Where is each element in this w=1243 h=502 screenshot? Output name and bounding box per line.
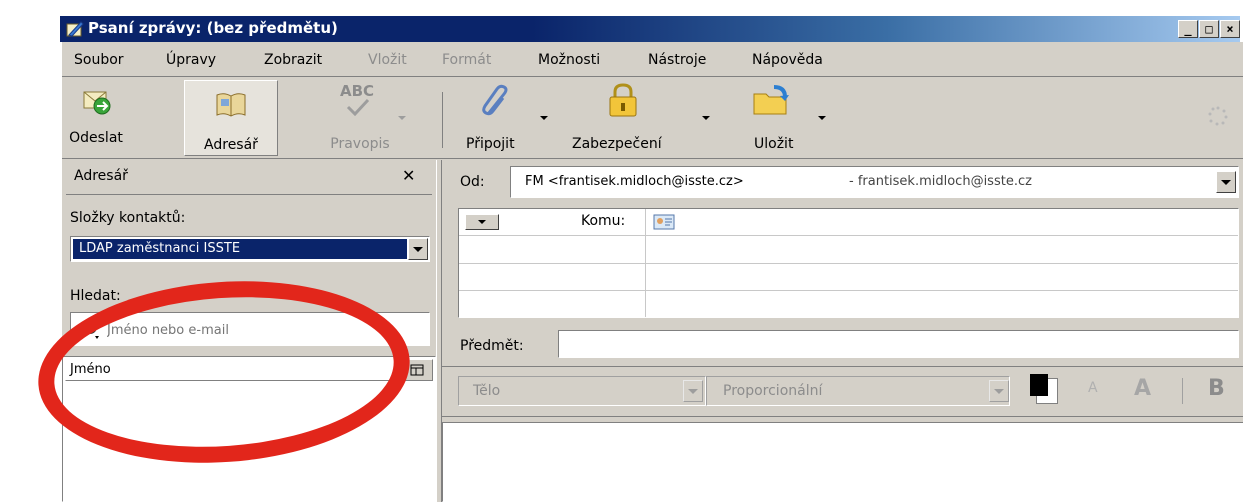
from-account: - frantisek.midloch@isste.cz — [849, 174, 1032, 189]
recipients-grid[interactable]: Komu: — [458, 208, 1239, 318]
smaller-font-button[interactable]: A — [1088, 380, 1098, 396]
menu-moznosti[interactable]: Možnosti — [538, 52, 600, 68]
attach-dropdown-icon[interactable] — [540, 116, 548, 120]
close-window-button[interactable]: × — [1220, 20, 1240, 38]
foreground-color-swatch[interactable] — [1030, 374, 1048, 396]
spelling-dropdown-icon[interactable] — [398, 116, 406, 120]
spelling-button[interactable]: ABC Pravopis — [310, 80, 410, 156]
contact-folder-dropdown-button[interactable] — [408, 238, 428, 260]
recipients-row-divider — [459, 290, 1238, 291]
paperclip-icon — [482, 84, 508, 116]
send-button[interactable]: Odeslat — [66, 80, 126, 156]
recipients-row-divider — [459, 263, 1238, 264]
security-button[interactable]: Zabezpečení — [568, 80, 716, 156]
chevron-down-icon — [478, 220, 486, 224]
sidebar-close-icon[interactable]: ✕ — [402, 166, 415, 185]
address-book-icon — [216, 93, 246, 117]
to-label: Komu: — [581, 213, 626, 229]
address-book-button[interactable]: Adresář — [184, 80, 278, 156]
column-picker-icon — [410, 364, 424, 376]
column-picker-button[interactable] — [401, 359, 433, 381]
compose-window-icon — [66, 21, 84, 37]
title-bar[interactable]: Psaní zprávy: (bez předmětu) _ □ × — [60, 16, 1240, 42]
format-bar-bottom-divider — [442, 416, 1243, 417]
menu-napoveda[interactable]: Nápověda — [752, 52, 823, 68]
chevron-down-icon — [1221, 180, 1231, 185]
search-input[interactable] — [105, 319, 419, 341]
contacts-list[interactable]: Jméno — [62, 356, 436, 502]
text-color-picker[interactable] — [1030, 374, 1068, 408]
from-value: FM <frantisek.midloch@isste.cz> — [525, 174, 744, 189]
column-header-name[interactable]: Jméno — [65, 359, 399, 381]
sidebar-header-divider — [66, 194, 432, 195]
contact-folder-select[interactable]: LDAP zaměstnanci ISSTE — [70, 236, 430, 262]
from-dropdown-button[interactable] — [1216, 171, 1236, 193]
send-icon — [83, 91, 111, 115]
font-family-value: Proporcionální — [723, 383, 823, 399]
activity-throbber-icon — [1208, 106, 1228, 126]
toolbar-divider — [62, 158, 1243, 159]
column-header-name-label: Jméno — [70, 362, 111, 377]
contact-card-icon[interactable] — [653, 213, 675, 231]
address-book-sidebar: Adresář ✕ Složky kontaktů: LDAP zaměstna… — [62, 160, 436, 502]
bold-button[interactable]: B — [1208, 376, 1225, 401]
menu-soubor[interactable]: Soubor — [74, 52, 124, 68]
search-icon — [78, 320, 99, 339]
search-label: Hledat: — [70, 288, 121, 304]
toolbar-separator — [442, 92, 443, 148]
chevron-down-icon — [994, 389, 1004, 394]
spell-check-icon — [346, 98, 370, 116]
security-dropdown-icon[interactable] — [702, 116, 710, 120]
save-dropdown-icon[interactable] — [818, 116, 826, 120]
font-family-dropdown[interactable] — [989, 380, 1009, 402]
subject-label: Předmět: — [460, 338, 524, 354]
from-label: Od: — [460, 174, 485, 190]
paragraph-style-dropdown[interactable] — [683, 380, 703, 402]
minimize-button[interactable]: _ — [1178, 20, 1198, 38]
save-label: Uložit — [754, 136, 794, 152]
menu-divider — [62, 76, 1243, 77]
save-folder-icon — [753, 85, 789, 115]
contact-folder-selected: LDAP zaměstnanci ISSTE — [73, 239, 407, 259]
menu-zobrazit[interactable]: Zobrazit — [264, 52, 322, 68]
subject-input[interactable] — [558, 330, 1239, 358]
message-body-editor[interactable] — [442, 422, 1243, 502]
attach-label: Připojit — [466, 136, 515, 152]
menu-vlozit[interactable]: Vložit — [368, 52, 407, 68]
paragraph-style-select[interactable]: Tělo — [458, 376, 706, 406]
menu-format[interactable]: Formát — [442, 52, 491, 68]
attach-button[interactable]: Připojit — [460, 80, 548, 156]
window-title: Psaní zprávy: (bez předmětu) — [88, 19, 338, 37]
contact-folders-label: Složky kontaktů: — [70, 210, 186, 226]
recipients-row-divider — [459, 235, 1238, 236]
search-box[interactable] — [70, 312, 430, 346]
recipient-type-dropdown[interactable] — [465, 214, 499, 230]
chevron-down-icon — [413, 247, 423, 252]
lock-icon — [609, 83, 637, 117]
menu-nastroje[interactable]: Nástroje — [648, 52, 706, 68]
security-label: Zabezpečení — [572, 136, 662, 152]
address-book-label: Adresář — [204, 137, 258, 153]
send-label: Odeslat — [69, 130, 123, 146]
chevron-down-icon — [688, 389, 698, 394]
larger-font-button[interactable]: A — [1134, 376, 1151, 401]
from-select[interactable]: FM <frantisek.midloch@isste.cz> - franti… — [510, 166, 1239, 198]
compose-window: Soubor Úpravy Zobrazit Vložit Formát Mož… — [60, 42, 1243, 502]
menu-upravy[interactable]: Úpravy — [166, 52, 216, 68]
save-button[interactable]: Uložit — [742, 80, 828, 156]
maximize-button[interactable]: □ — [1199, 20, 1219, 38]
compose-panel: Od: FM <frantisek.midloch@isste.cz> - fr… — [442, 160, 1243, 502]
font-family-select[interactable]: Proporcionální — [706, 376, 1010, 406]
format-bar-top-divider — [442, 366, 1243, 367]
spelling-label: Pravopis — [330, 136, 390, 152]
format-separator — [1182, 378, 1183, 404]
paragraph-style-value: Tělo — [473, 383, 501, 399]
sidebar-title: Adresář — [74, 168, 128, 184]
